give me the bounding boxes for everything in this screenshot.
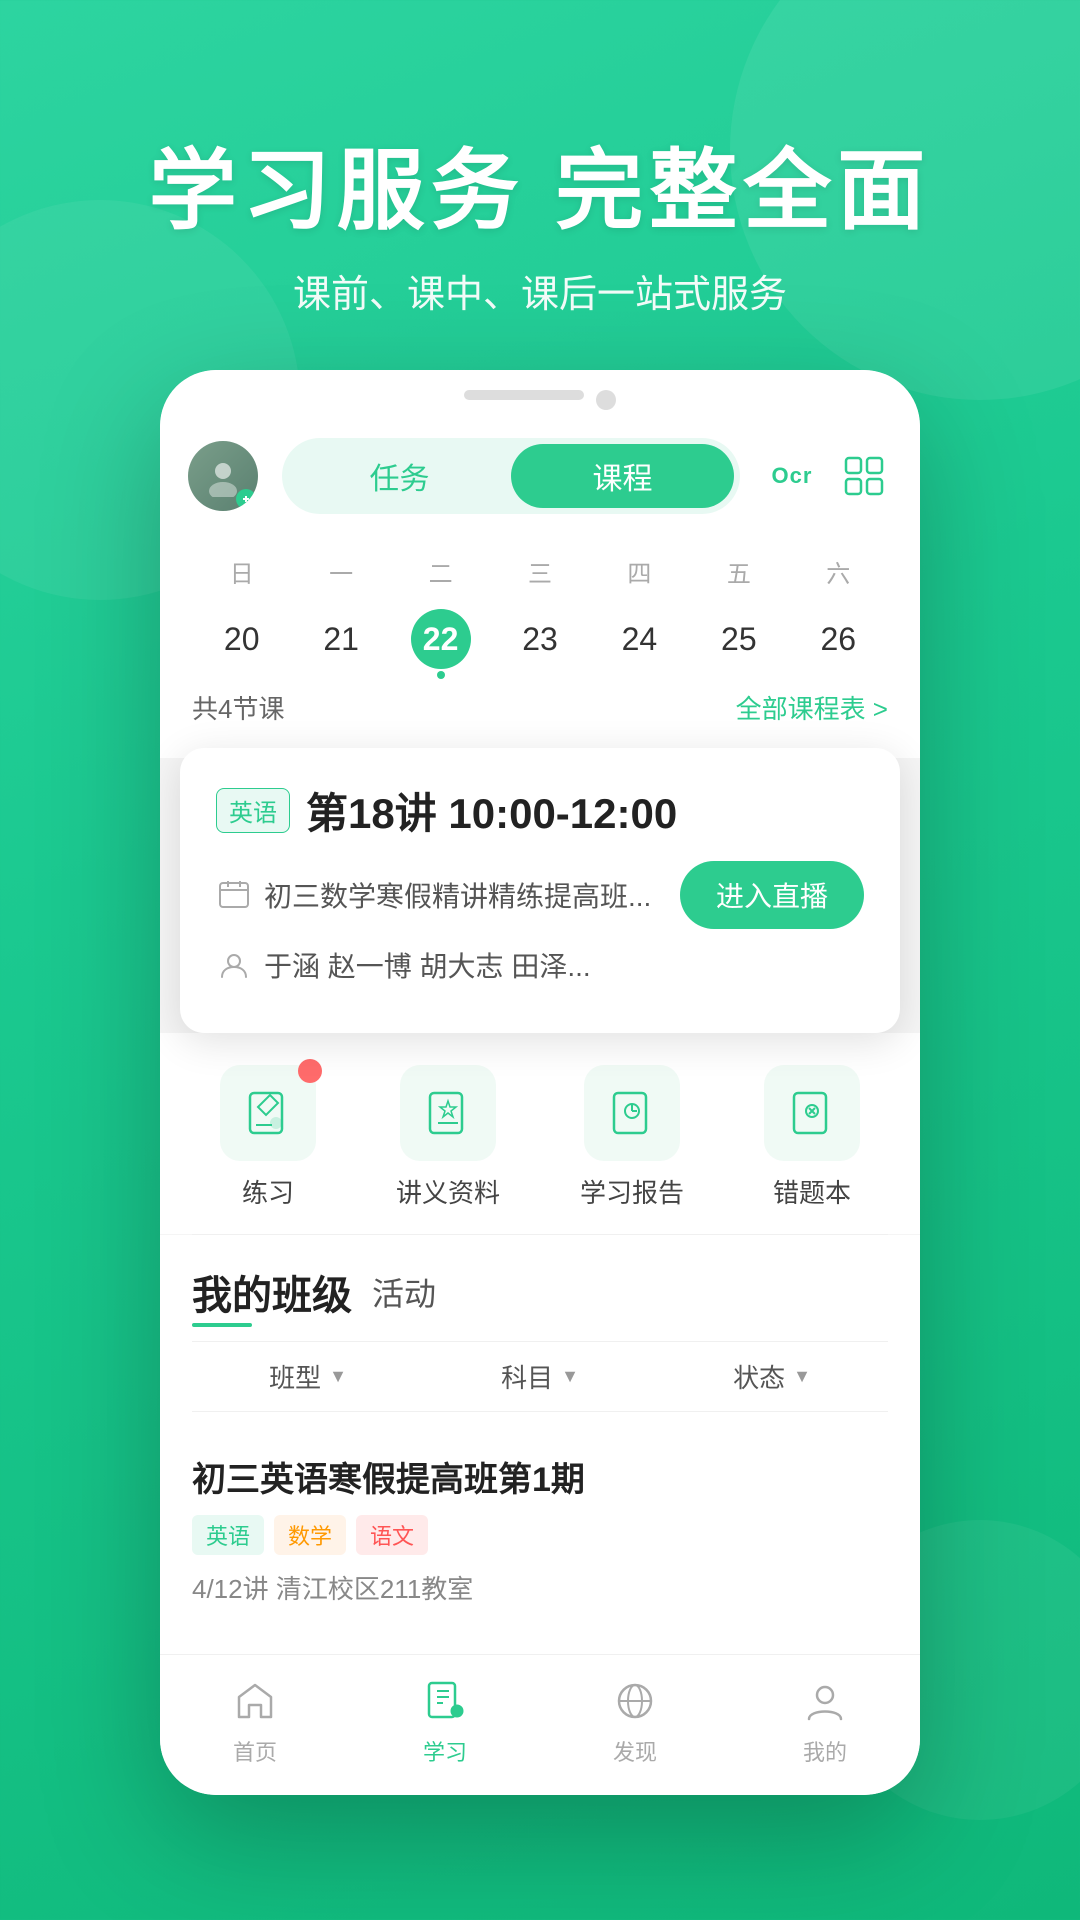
teacher-icon <box>216 947 252 983</box>
date-25[interactable]: 25 <box>709 609 769 669</box>
errorbook-label: 错题本 <box>773 1173 851 1210</box>
weekday-wed: 三 <box>490 546 589 597</box>
report-icon-box <box>584 1065 680 1161</box>
notes-icon-box <box>400 1065 496 1161</box>
filter-status[interactable]: 状态 ▼ <box>656 1358 888 1395</box>
notes-label: 讲义资料 <box>396 1173 500 1210</box>
practice-badge <box>298 1059 322 1083</box>
subject-tag: 英语 <box>216 788 290 833</box>
report-label: 学习报告 <box>580 1173 684 1210</box>
app-navbar: 任务 课程 Ocr <box>188 426 892 530</box>
course-title: 第18讲 10:00-12:00 <box>306 780 677 841</box>
filter-status-arrow: ▼ <box>793 1366 811 1387</box>
filter-subject-arrow: ▼ <box>561 1366 579 1387</box>
filter-subject[interactable]: 科目 ▼ <box>424 1358 656 1395</box>
tag-chinese: 语文 <box>356 1515 428 1555</box>
my-class-section: 我的班级 活动 班型 ▼ 科目 ▼ 状态 ▼ 初三英语寒假提高班第1期 英语 数… <box>160 1235 920 1654</box>
phone-top-bar: 任务 课程 Ocr <box>160 370 920 530</box>
filter-class-type-label: 班型 <box>269 1358 321 1395</box>
filter-row: 班型 ▼ 科目 ▼ 状态 ▼ <box>192 1341 888 1412</box>
practice-label: 练习 <box>242 1173 294 1210</box>
tag-english: 英语 <box>192 1515 264 1555</box>
ocr-button[interactable]: Ocr <box>764 448 820 504</box>
class-name-text: 初三数学寒假精讲精练提高班... <box>264 875 680 915</box>
filter-class-type-arrow: ▼ <box>329 1366 347 1387</box>
date-20[interactable]: 20 <box>212 609 272 669</box>
discover-icon <box>609 1675 661 1727</box>
tool-errorbook[interactable]: 错题本 <box>764 1065 860 1210</box>
class-count: 共4节课 <box>192 689 284 726</box>
mine-icon <box>799 1675 851 1727</box>
tool-notes[interactable]: 讲义资料 <box>396 1065 500 1210</box>
section-header: 我的班级 活动 <box>192 1263 888 1321</box>
weekday-sun: 日 <box>192 546 291 597</box>
date-23[interactable]: 23 <box>510 609 570 669</box>
filter-subject-label: 科目 <box>501 1358 553 1395</box>
class-item-detail: 4/12讲 清江校区211教室 <box>192 1569 888 1606</box>
view-all-link[interactable]: 全部课程表 > <box>736 689 888 726</box>
home-icon <box>229 1675 281 1727</box>
avatar-badge <box>236 489 256 509</box>
date-24[interactable]: 24 <box>609 609 669 669</box>
user-avatar[interactable] <box>188 441 258 511</box>
class-icon <box>216 877 252 913</box>
quick-tools: 练习 讲义资料 学习报告 <box>160 1033 920 1234</box>
filter-class-type[interactable]: 班型 ▼ <box>192 1358 424 1395</box>
course-card: 英语 第18讲 10:00-12:00 初三数学寒假精讲精练提高班... 进入直… <box>180 748 900 1033</box>
date-21[interactable]: 21 <box>311 609 371 669</box>
nav-icons: Ocr <box>764 448 892 504</box>
hero-subtitle: 课前、课中、课后一站式服务 <box>0 263 1080 318</box>
nav-discover-label: 发现 <box>613 1735 657 1767</box>
hero-section: 学习服务 完整全面 课前、课中、课后一站式服务 <box>0 120 1080 318</box>
section-title: 我的班级 <box>192 1263 352 1321</box>
calendar-section: 日 一 二 三 四 五 六 20 21 22 23 24 25 26 共4节课 … <box>160 530 920 758</box>
section-tab-activity[interactable]: 活动 <box>372 1269 436 1315</box>
course-header: 英语 第18讲 10:00-12:00 <box>216 780 864 841</box>
nav-discover[interactable]: 发现 <box>585 1675 685 1767</box>
bottom-nav: 首页 学习 <box>160 1654 920 1795</box>
weekday-mon: 一 <box>291 546 390 597</box>
calendar-weekdays: 日 一 二 三 四 五 六 <box>192 546 888 597</box>
tag-math: 数学 <box>274 1515 346 1555</box>
weekday-thu: 四 <box>590 546 689 597</box>
grid-menu-button[interactable] <box>836 448 892 504</box>
class-item-tags: 英语 数学 语文 <box>192 1515 888 1555</box>
nav-home-label: 首页 <box>233 1735 277 1767</box>
ocr-label: Ocr <box>772 463 813 489</box>
tool-practice[interactable]: 练习 <box>220 1065 316 1210</box>
nav-mine-label: 我的 <box>803 1735 847 1767</box>
calendar-dates: 20 21 22 23 24 25 26 <box>192 609 888 669</box>
phone-notch-area <box>188 390 892 410</box>
nav-mine[interactable]: 我的 <box>775 1675 875 1767</box>
phone-notch <box>464 390 584 400</box>
weekday-fri: 五 <box>689 546 788 597</box>
tab-course[interactable]: 课程 <box>511 444 734 508</box>
nav-home[interactable]: 首页 <box>205 1675 305 1767</box>
class-item-name: 初三英语寒假提高班第1期 <box>192 1452 888 1501</box>
errorbook-icon-box <box>764 1065 860 1161</box>
date-26[interactable]: 26 <box>808 609 868 669</box>
study-icon <box>419 1675 471 1727</box>
tab-task[interactable]: 任务 <box>288 444 511 508</box>
phone-camera <box>596 390 616 410</box>
calendar-footer: 共4节课 全部课程表 > <box>192 669 888 734</box>
filter-status-label: 状态 <box>733 1358 785 1395</box>
teachers-text: 于涵 赵一博 胡大志 田泽... <box>264 945 864 985</box>
class-item[interactable]: 初三英语寒假提高班第1期 英语 数学 语文 4/12讲 清江校区211教室 <box>192 1432 888 1626</box>
weekday-tue: 二 <box>391 546 490 597</box>
course-class-row: 初三数学寒假精讲精练提高班... 进入直播 <box>216 861 864 929</box>
date-22-today[interactable]: 22 <box>411 609 471 669</box>
phone-mockup: 任务 课程 Ocr 日 <box>160 370 920 1795</box>
course-teachers-row: 于涵 赵一博 胡大志 田泽... <box>216 945 864 985</box>
practice-icon-box <box>220 1065 316 1161</box>
hero-title: 学习服务 完整全面 <box>0 120 1080 247</box>
tool-report[interactable]: 学习报告 <box>580 1065 684 1210</box>
weekday-sat: 六 <box>789 546 888 597</box>
nav-study-label: 学习 <box>423 1735 467 1767</box>
nav-study[interactable]: 学习 <box>395 1675 495 1767</box>
tab-switch: 任务 课程 <box>282 438 740 514</box>
live-button[interactable]: 进入直播 <box>680 861 864 929</box>
